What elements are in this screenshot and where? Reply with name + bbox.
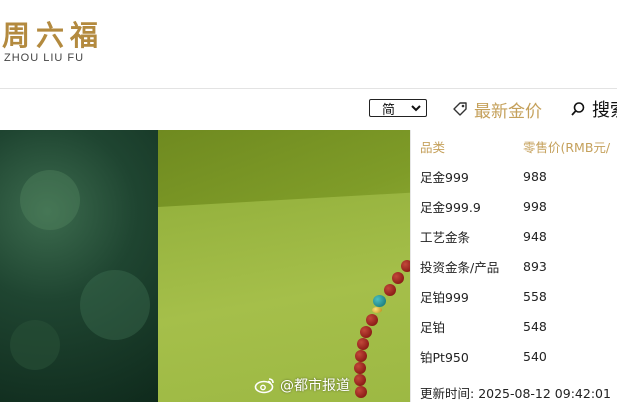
bracelet-bead (355, 350, 367, 362)
price-tag-icon (453, 102, 467, 116)
latest-gold-price-link[interactable]: 最新金价 (452, 97, 542, 122)
price-row: 足铂 548 (411, 311, 617, 341)
bracelet-bead (360, 326, 372, 338)
gold-price-panel: 品类 零售价(RMB元/ 足金999 988 足金999.9 998 工艺金条 … (410, 130, 617, 402)
search-button[interactable]: 搜索 (570, 97, 617, 121)
price-updated-time: 更新时间: 2025-08-12 09:42:01 (420, 383, 611, 402)
price-row-value: 548 (523, 318, 547, 334)
price-row-category: 工艺金条 (420, 229, 471, 245)
brand-logo[interactable]: 周六福 (2, 14, 104, 54)
column-header-category: 品类 (420, 139, 446, 155)
site-header: 周六福 ZHOU LIU FU (0, 0, 617, 88)
bracelet-bead (392, 272, 404, 284)
chevron-down-icon (411, 105, 421, 112)
language-select[interactable]: 简 (369, 99, 427, 118)
bracelet-teal-bead (373, 295, 386, 307)
price-row-category: 投资金条/产品 (420, 259, 500, 275)
bracelet-bead (366, 314, 378, 326)
watermark-text: @都市报道 (280, 378, 350, 394)
bracelet-bead (354, 374, 366, 386)
price-row-category: 足铂 (420, 319, 446, 335)
price-row-category: 足金999 (420, 169, 469, 185)
bracelet-bead (357, 338, 369, 350)
bracelet-bead (355, 386, 367, 398)
latest-gold-price-label: 最新金价 (474, 101, 542, 122)
price-row-value: 948 (523, 228, 547, 244)
hero-background-foliage (0, 130, 158, 402)
price-table-header: 品类 零售价(RMB元/ (411, 131, 617, 161)
price-row: 投资金条/产品 893 (411, 251, 617, 281)
price-row: 铂Pt950 540 (411, 341, 617, 371)
price-row: 足金999 988 (411, 161, 617, 191)
price-row: 工艺金条 948 (411, 221, 617, 251)
search-icon (571, 102, 585, 116)
language-selected-value: 简 (382, 102, 396, 118)
column-header-retail-price: 零售价(RMB元/ (523, 139, 611, 155)
price-row-value: 893 (523, 258, 547, 274)
price-row-value: 988 (523, 168, 547, 184)
price-row-category: 足铂999 (420, 289, 469, 305)
bracelet-gold-spacer (372, 307, 382, 313)
price-row: 足金999.9 998 (411, 191, 617, 221)
brand-logo-english: ZHOU LIU FU (4, 52, 85, 64)
weibo-watermark: @都市报道 (254, 375, 350, 395)
top-toolbar: 简 最新金价 搜索 (0, 89, 617, 130)
price-row-category: 铂Pt950 (420, 349, 469, 365)
updated-time-label: 更新时间: (420, 386, 479, 401)
price-row-category: 足金999.9 (420, 199, 481, 215)
search-label: 搜索 (592, 100, 617, 121)
weibo-icon (254, 378, 274, 394)
price-row-value: 540 (523, 348, 547, 364)
price-row-value: 998 (523, 198, 547, 214)
bracelet-bead (354, 362, 366, 374)
bracelet-bead (384, 284, 396, 296)
updated-time-value: 2025-08-12 09:42:01 (478, 386, 611, 401)
price-row-value: 558 (523, 288, 547, 304)
price-row: 足铂999 558 (411, 281, 617, 311)
